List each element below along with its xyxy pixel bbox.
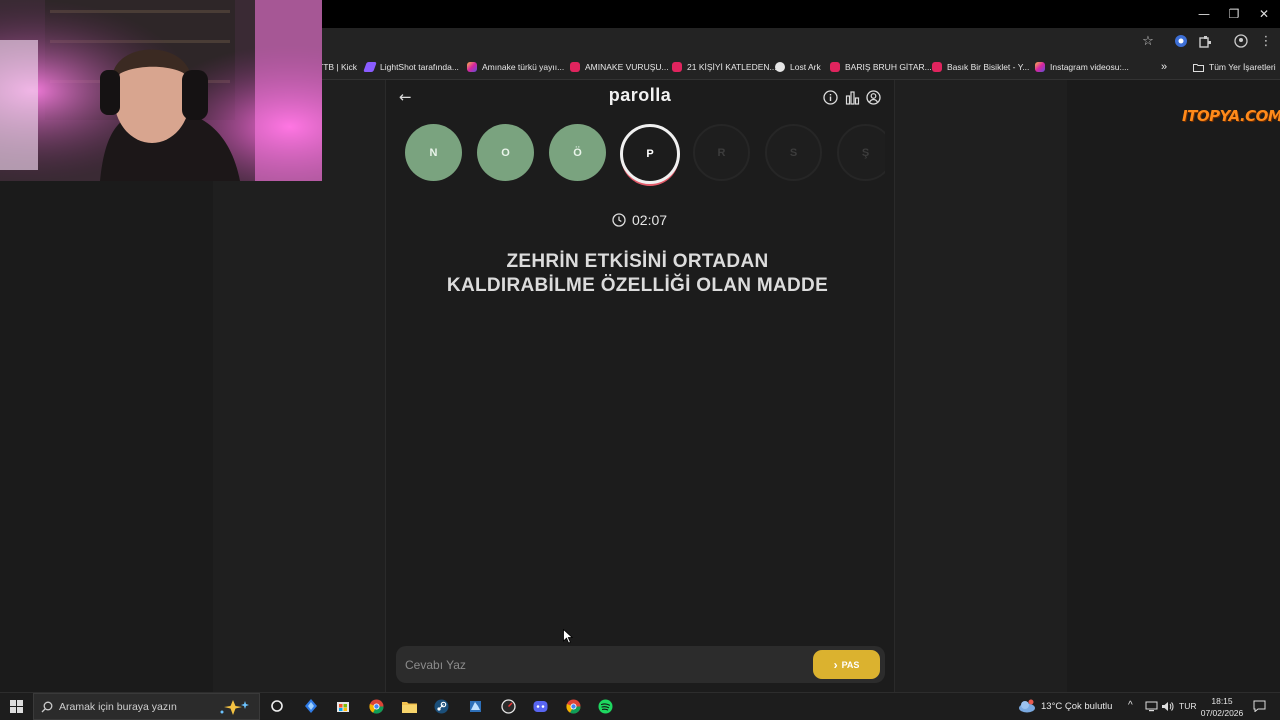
volume-icon[interactable] (1158, 697, 1176, 715)
weather-cloud-icon[interactable] (1018, 697, 1036, 715)
webcam-overlay (0, 0, 322, 181)
page-right-gutter (895, 80, 1067, 692)
youtube-icon (672, 62, 682, 72)
tray-chevron-up-icon[interactable]: ^ (1128, 700, 1133, 711)
notifications-icon[interactable] (1250, 697, 1268, 715)
letter-track: N O Ö P R S Ş (405, 124, 885, 186)
clock-date[interactable]: 07/02/2026 (1200, 708, 1244, 718)
restore-icon[interactable]: ❐ (1218, 0, 1250, 28)
timer-value: 02:07 (632, 212, 668, 228)
taskbar-search[interactable]: Aramak için buraya yazın (33, 693, 260, 720)
windows-start-icon[interactable] (7, 697, 25, 715)
microsoft-store-icon[interactable] (334, 697, 352, 715)
chevron-right-icon: › (833, 657, 838, 672)
bookmark-item[interactable]: Amınake türkü yayıı... (467, 59, 564, 75)
copilot-sparkle-icon (220, 700, 249, 715)
itopya-watermark: ITOPYA.COM (1182, 107, 1280, 125)
more-bookmarks-icon[interactable]: » (1161, 59, 1167, 75)
instagram-icon (467, 62, 477, 72)
extensions-icon[interactable] (1196, 32, 1214, 50)
user-icon[interactable] (866, 90, 881, 105)
globe-icon (775, 62, 785, 72)
bookmark-item[interactable]: BARIŞ BRUH GİTAR... (830, 59, 932, 75)
clock-icon (612, 213, 626, 227)
letter-circle: S (765, 124, 822, 181)
info-icon[interactable] (823, 90, 838, 105)
youtube-icon (932, 62, 942, 72)
youtube-icon (570, 62, 580, 72)
letter-circle-active: P (620, 124, 680, 184)
instagram-icon (1035, 62, 1045, 72)
close-icon[interactable]: ✕ (1248, 0, 1280, 28)
bookmark-item[interactable]: TTB | Kick (318, 59, 357, 75)
chrome-icon[interactable] (367, 697, 385, 715)
timer: 02:07 (612, 212, 667, 228)
mouse-cursor-icon (563, 629, 573, 644)
search-icon (41, 701, 53, 713)
letter-circle: N (405, 124, 462, 181)
app-gauge-icon[interactable] (499, 697, 517, 715)
letter-circle: Ş (837, 124, 885, 181)
folder-icon (1193, 63, 1204, 72)
spotify-icon[interactable] (596, 697, 614, 715)
weather-text[interactable]: 13°C Çok bulutlu (1041, 701, 1112, 712)
letter-circle: O (477, 124, 534, 181)
input-language[interactable]: TUR (1179, 701, 1196, 711)
discord-icon[interactable] (531, 697, 549, 715)
file-explorer-icon[interactable] (400, 697, 418, 715)
question-line: ZEHRİN ETKİSİNİ ORTADAN (506, 251, 769, 272)
pass-button[interactable]: › PAS (813, 650, 880, 679)
task-view-icon[interactable] (268, 697, 286, 715)
profile-extension-icon[interactable] (1172, 32, 1190, 50)
bookmark-item[interactable]: Basık Bir Bisiklet - Y... (932, 59, 1029, 75)
bookmark-item[interactable]: AMINAKE VURUŞU... (570, 59, 669, 75)
back-arrow-icon[interactable]: ← (399, 89, 415, 105)
pass-label: PAS (841, 659, 860, 670)
letter-circle: R (693, 124, 750, 181)
stats-icon[interactable] (845, 90, 860, 105)
screen: — ❐ ✕ ☆ ⋮ TTB | Kick LightShot tarafında… (0, 0, 1280, 720)
app-blue-diamond-icon[interactable] (302, 697, 320, 715)
steam-icon[interactable] (432, 697, 450, 715)
bookmark-item[interactable]: Lost Ark (775, 59, 821, 75)
bookmark-item[interactable]: Instagram videosu:... (1035, 59, 1129, 75)
minimize-icon[interactable]: — (1188, 0, 1220, 28)
app-title: parolla (608, 85, 672, 105)
lightshot-icon (363, 62, 377, 72)
letter-circle: Ö (549, 124, 606, 181)
app-ship-icon[interactable] (466, 697, 484, 715)
star-icon[interactable]: ☆ (1139, 32, 1157, 50)
question-text: ZEHRİN ETKİSİNİ ORTADAN KALDIRABİLME ÖZE… (405, 250, 870, 298)
answer-input[interactable] (400, 650, 800, 679)
youtube-icon (830, 62, 840, 72)
question-line: KALDIRABİLME ÖZELLİĞİ OLAN MADDE (446, 275, 829, 296)
account-icon[interactable] (1232, 32, 1250, 50)
menu-kebab-icon[interactable]: ⋮ (1257, 32, 1275, 50)
bookmark-item[interactable]: 21 KİŞİYİ KATLEDEN... (672, 59, 777, 75)
bookmark-item[interactable]: LightShot tarafında... (363, 59, 459, 75)
chrome-active-icon[interactable] (564, 697, 582, 715)
clock-time[interactable]: 18:15 (1202, 696, 1242, 706)
search-placeholder: Aramak için buraya yazın (59, 700, 177, 713)
all-bookmarks-folder[interactable]: Tüm Yer İşaretleri (1193, 59, 1276, 75)
